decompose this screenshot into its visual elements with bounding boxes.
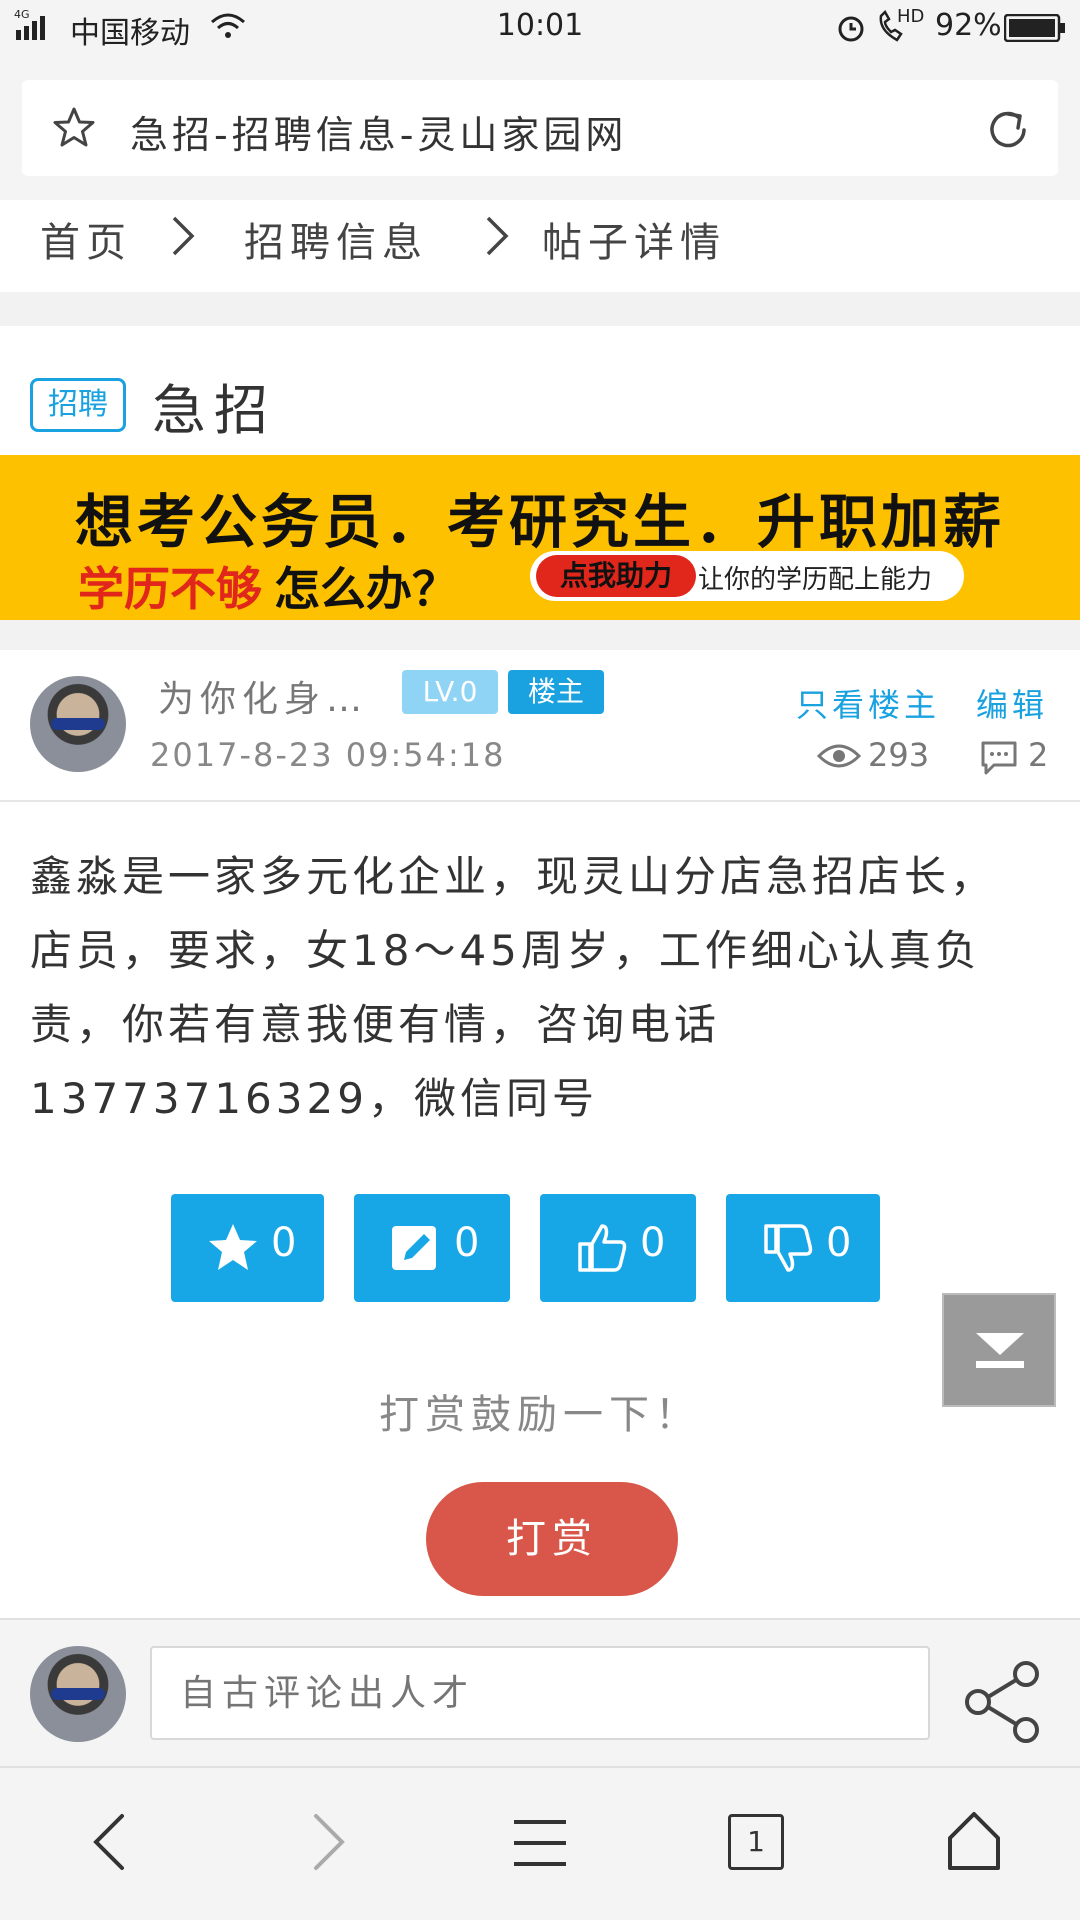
comment-count: 2 — [1028, 736, 1049, 774]
banner-cta[interactable]: 点我助力 让你的学历配上能力 — [530, 551, 964, 601]
alarm-icon — [838, 16, 864, 42]
tabs-count: 1 — [747, 1825, 765, 1858]
reward-button[interactable]: 打赏 — [426, 1482, 678, 1596]
like-count: 0 — [640, 1220, 666, 1266]
arrow-down-to-line-icon — [976, 1333, 1024, 1368]
comment-bar — [0, 1618, 1080, 1768]
ad-banner[interactable]: 想考公务员．考研究生．升职加薪 学历不够 怎么办？ 点我助力 让你的学历配上能力 — [0, 455, 1080, 620]
scroll-to-bottom-button[interactable] — [942, 1293, 1056, 1407]
dislike-button[interactable]: 0 — [726, 1194, 880, 1302]
author-row: 为你化身… LV.0 楼主 2017-8-23 09:54:18 只看楼主 编辑… — [0, 650, 1080, 802]
chevron-right-icon — [172, 216, 195, 256]
comment-icon — [981, 741, 1017, 775]
battery-icon — [1004, 14, 1065, 42]
banner-headline: 想考公务员．考研究生．升职加薪 — [74, 488, 1005, 556]
category-tag: 招聘 — [30, 378, 126, 432]
edit-count: 0 — [454, 1220, 480, 1266]
breadcrumb-recruitment[interactable]: 招聘信息 — [244, 210, 428, 268]
post-body: 鑫淼是一家多元化企业，现灵山分店急招店长，店员，要求，女18～45周岁，工作细心… — [30, 852, 997, 1123]
owner-badge: 楼主 — [508, 670, 604, 714]
address-bar: 急招-招聘信息-灵山家园网 — [0, 56, 1080, 200]
status-bar: 4G 中国移动 10:01 HD 92% — [0, 0, 1080, 56]
breadcrumb-home[interactable]: 首页 — [40, 210, 132, 268]
forward-icon[interactable] — [306, 1812, 350, 1872]
favorite-count: 0 — [271, 1220, 297, 1266]
home-icon[interactable] — [944, 1810, 1004, 1872]
reward-prompt: 打赏鼓励一下！ — [379, 1392, 701, 1438]
menu-icon[interactable] — [512, 1818, 568, 1868]
browser-nav-bar: 1 — [0, 1768, 1080, 1920]
refresh-icon[interactable] — [984, 106, 1032, 154]
banner-cta-button[interactable]: 点我助力 — [536, 555, 696, 597]
breadcrumb-post-detail: 帖子详情 — [542, 220, 726, 266]
banner-subline-black: 怎么办？ — [274, 562, 458, 616]
post-timestamp: 2017-8-23 09:54:18 — [150, 736, 506, 774]
star-icon — [209, 1224, 257, 1270]
comment-input[interactable] — [150, 1646, 930, 1740]
url-box[interactable]: 急招-招聘信息-灵山家园网 — [22, 80, 1058, 176]
post-content: 鑫淼是一家多元化企业，现灵山分店急招店长，店员，要求，女18～45周岁，工作细心… — [0, 802, 1080, 1618]
dislike-count: 0 — [826, 1220, 852, 1266]
banner-cta-text: 让你的学历配上能力 — [698, 565, 933, 595]
edit-icon — [392, 1226, 436, 1270]
post-title: 急招 — [152, 379, 276, 442]
star-outline-icon[interactable] — [52, 106, 96, 150]
view-count: 293 — [868, 736, 930, 774]
post-title-card: 招聘 急招 — [0, 326, 1080, 456]
chevron-right-icon — [486, 216, 509, 256]
back-icon[interactable] — [88, 1812, 132, 1872]
battery-percent: 92% — [935, 8, 1002, 43]
user-avatar[interactable] — [30, 1646, 126, 1742]
thumbs-down-icon — [764, 1224, 813, 1272]
level-badge: LV.0 — [402, 670, 498, 714]
avatar[interactable] — [30, 676, 126, 772]
tabs-button[interactable]: 1 — [728, 1814, 784, 1870]
only-owner-link[interactable]: 只看楼主 — [796, 680, 940, 726]
author-name[interactable]: 为你化身… — [158, 670, 368, 722]
hd-label: HD — [897, 6, 925, 27]
banner-subline-red: 学历不够 — [78, 562, 262, 616]
comment-button[interactable]: 0 — [354, 1194, 510, 1302]
breadcrumb: 首页 招聘信息 帖子详情 — [0, 200, 1080, 292]
edit-link[interactable]: 编辑 — [976, 680, 1048, 726]
eye-icon — [816, 744, 862, 768]
like-button[interactable]: 0 — [540, 1194, 696, 1302]
share-icon[interactable] — [962, 1660, 1046, 1744]
favorite-button[interactable]: 0 — [171, 1194, 324, 1302]
thumbs-up-icon — [578, 1224, 627, 1272]
page-title: 急招-招聘信息-灵山家园网 — [130, 113, 628, 157]
